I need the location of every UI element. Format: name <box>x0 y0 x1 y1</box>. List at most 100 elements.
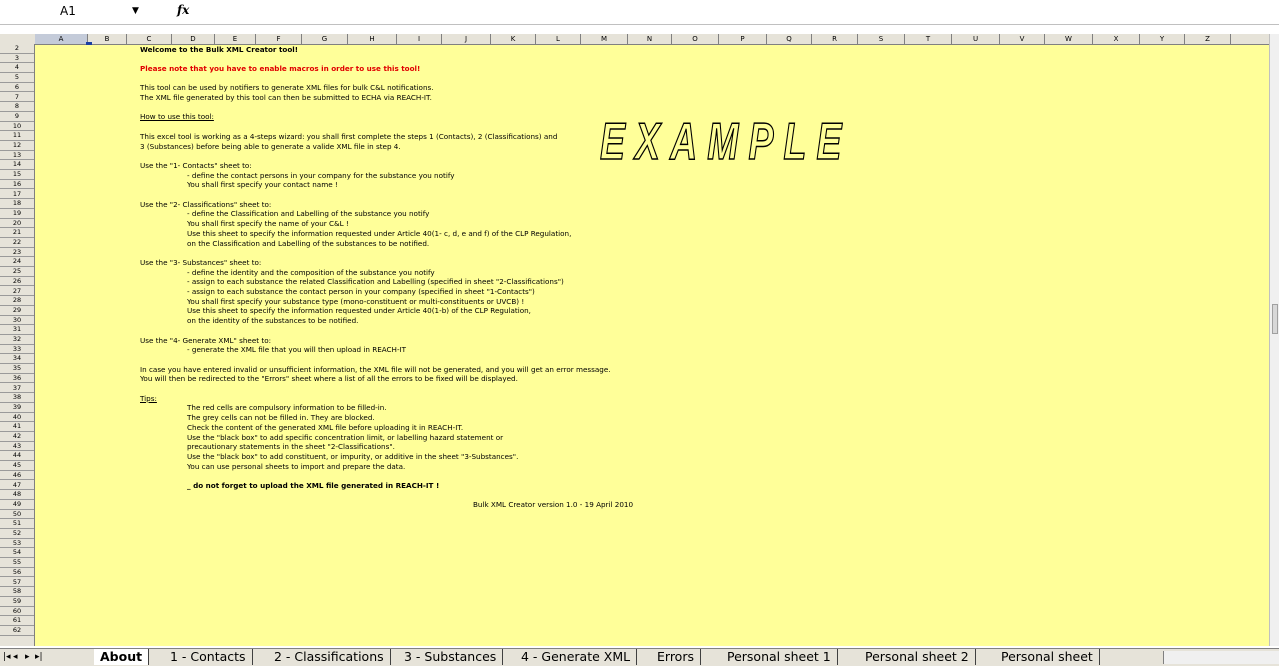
row-header[interactable]: 15 <box>0 170 34 180</box>
tab-personal-sheet-1[interactable]: Personal sheet 1 <box>721 649 838 665</box>
row-header[interactable]: 5 <box>0 73 34 83</box>
row-header[interactable]: 2 <box>0 44 34 54</box>
fx-icon[interactable]: fx <box>177 3 189 17</box>
row-header[interactable]: 11 <box>0 131 34 141</box>
row-header[interactable]: 19 <box>0 209 34 219</box>
column-header[interactable]: I <box>397 34 442 44</box>
column-header[interactable]: C <box>127 34 172 44</box>
row-header[interactable]: 38 <box>0 393 34 403</box>
tab-personal-sheet-2[interactable]: Personal sheet 2 <box>859 649 976 665</box>
name-box[interactable]: A1 ▼ <box>8 3 139 19</box>
row-header[interactable]: 13 <box>0 151 34 161</box>
row-header[interactable]: 51 <box>0 519 34 529</box>
row-header[interactable]: 39 <box>0 403 34 413</box>
row-header[interactable]: 47 <box>0 481 34 491</box>
row-header[interactable]: 32 <box>0 335 34 345</box>
row-header[interactable]: 24 <box>0 257 34 268</box>
column-header[interactable]: V <box>1000 34 1045 44</box>
row-header[interactable]: 41 <box>0 422 34 432</box>
column-header[interactable]: P <box>719 34 767 44</box>
row-header[interactable]: 59 <box>0 597 34 607</box>
row-header[interactable]: 53 <box>0 539 34 549</box>
row-header[interactable]: 26 <box>0 277 34 287</box>
column-header[interactable]: H <box>348 34 397 44</box>
row-header[interactable]: 20 <box>0 219 34 229</box>
row-header[interactable]: 40 <box>0 413 34 423</box>
row-header[interactable]: 48 <box>0 490 34 500</box>
row-header[interactable]: 29 <box>0 306 34 316</box>
next-sheet-icon[interactable]: ▸ <box>25 650 30 665</box>
row-header[interactable]: 18 <box>0 199 34 209</box>
row-header[interactable]: 22 <box>0 238 34 248</box>
row-header[interactable]: 44 <box>0 451 34 462</box>
row-header[interactable]: 21 <box>0 228 34 238</box>
row-header[interactable]: 30 <box>0 316 34 326</box>
row-header[interactable]: 16 <box>0 180 34 190</box>
column-header[interactable]: A <box>35 34 88 44</box>
row-header[interactable]: 4 <box>0 63 34 74</box>
last-sheet-icon[interactable]: ▸| <box>35 650 43 665</box>
column-header[interactable]: Q <box>767 34 812 44</box>
row-header[interactable]: 35 <box>0 364 34 374</box>
column-header[interactable]: X <box>1093 34 1140 44</box>
row-header[interactable]: 46 <box>0 471 34 481</box>
row-header[interactable]: 62 <box>0 626 34 636</box>
row-header[interactable]: 54 <box>0 548 34 559</box>
row-header[interactable]: 58 <box>0 587 34 597</box>
row-header[interactable]: 36 <box>0 374 34 384</box>
row-header[interactable]: 17 <box>0 190 34 200</box>
tab-4-generate-xml[interactable]: 4 - Generate XML <box>515 649 638 665</box>
row-header[interactable]: 33 <box>0 345 34 355</box>
column-header[interactable]: W <box>1045 34 1093 44</box>
row-header[interactable]: 23 <box>0 248 34 258</box>
row-header[interactable]: 60 <box>0 607 34 617</box>
prev-sheet-icon[interactable]: ◂ <box>13 650 18 665</box>
column-header[interactable]: S <box>858 34 905 44</box>
column-header[interactable]: D <box>172 34 215 44</box>
tab-3-substances[interactable]: 3 - Substances <box>398 649 504 665</box>
column-header[interactable]: K <box>491 34 536 44</box>
column-header[interactable]: N <box>628 34 672 44</box>
row-header[interactable]: 25 <box>0 267 34 277</box>
row-header[interactable]: 49 <box>0 500 34 510</box>
column-header[interactable]: R <box>812 34 858 44</box>
row-header[interactable]: 3 <box>0 54 34 64</box>
tab-1-contacts[interactable]: 1 - Contacts <box>164 649 253 665</box>
row-header[interactable]: 31 <box>0 325 34 335</box>
first-sheet-icon[interactable]: |◂ <box>3 650 11 665</box>
cell-reference[interactable]: A1 <box>60 3 76 19</box>
column-header[interactable]: L <box>536 34 581 44</box>
row-header[interactable]: 27 <box>0 287 34 297</box>
row-header[interactable]: 42 <box>0 432 34 442</box>
row-header[interactable]: 14 <box>0 160 34 171</box>
row-header[interactable]: 55 <box>0 558 34 568</box>
row-header[interactable]: 61 <box>0 616 34 626</box>
row-header[interactable]: 9 <box>0 112 34 122</box>
row-header[interactable]: 34 <box>0 354 34 365</box>
tab-2-classifications[interactable]: 2 - Classifications <box>268 649 391 665</box>
tab-personal-sheet[interactable]: Personal sheet <box>995 649 1100 665</box>
row-header[interactable]: 56 <box>0 568 34 578</box>
column-header[interactable]: Y <box>1140 34 1185 44</box>
row-header[interactable]: 43 <box>0 442 34 452</box>
column-header[interactable]: G <box>302 34 348 44</box>
column-header[interactable]: E <box>215 34 256 44</box>
row-header[interactable]: 8 <box>0 102 34 112</box>
column-header[interactable]: O <box>672 34 719 44</box>
row-header[interactable]: 12 <box>0 141 34 151</box>
tab-errors[interactable]: Errors <box>651 649 701 665</box>
row-header[interactable]: 52 <box>0 529 34 539</box>
row-header[interactable]: 45 <box>0 461 34 471</box>
column-header[interactable]: T <box>905 34 952 44</box>
row-header[interactable]: 28 <box>0 296 34 306</box>
vertical-scrollbar[interactable] <box>1269 34 1279 646</box>
column-header[interactable]: F <box>256 34 302 44</box>
column-header[interactable]: Z <box>1185 34 1231 44</box>
row-header[interactable]: 10 <box>0 122 34 132</box>
tab-about[interactable]: About <box>94 649 150 665</box>
row-header[interactable]: 6 <box>0 83 34 93</box>
row-header[interactable]: 57 <box>0 578 34 588</box>
horizontal-scrollbar[interactable] <box>1163 651 1279 664</box>
chevron-down-icon[interactable]: ▼ <box>132 3 139 19</box>
scroll-thumb[interactable] <box>1272 304 1278 334</box>
